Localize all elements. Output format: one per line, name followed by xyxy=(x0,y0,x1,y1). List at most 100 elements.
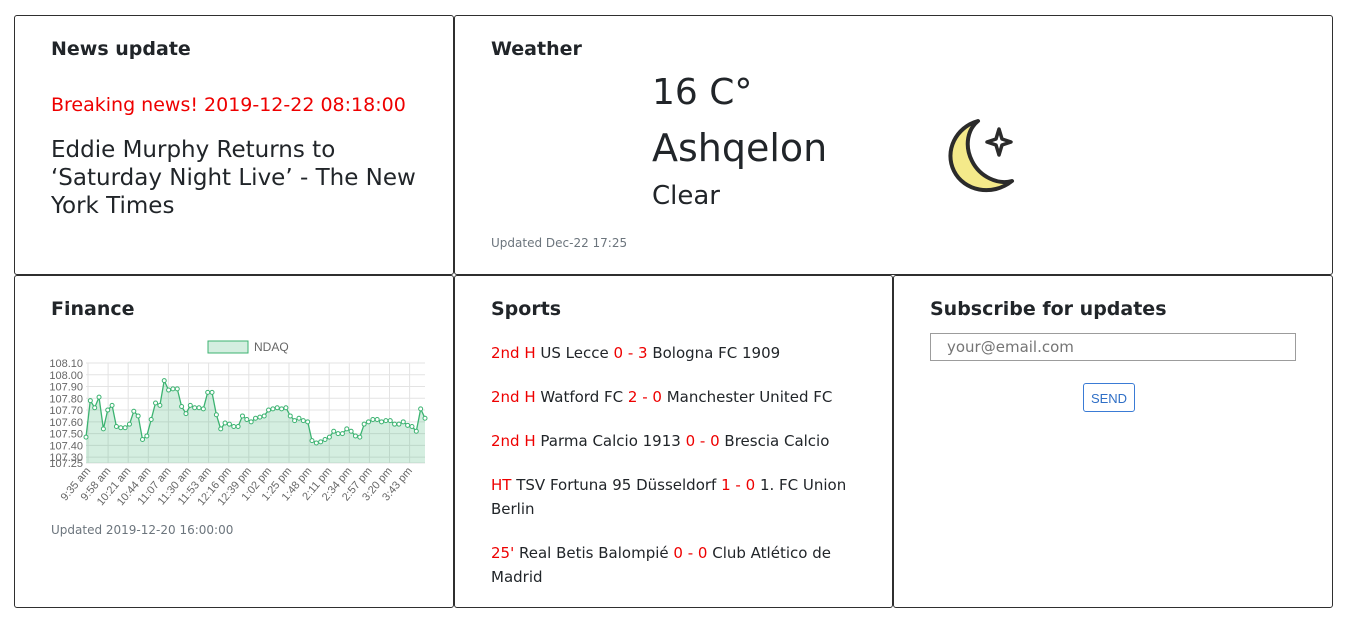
data-point xyxy=(205,389,211,395)
email-input[interactable] xyxy=(930,333,1296,361)
match-home-team: Watford FC xyxy=(540,388,624,406)
weather-card: Weather 16 C° Ashqelon Clear Updated Dec… xyxy=(454,15,1333,275)
data-point xyxy=(226,421,232,427)
data-point xyxy=(318,439,324,445)
data-point xyxy=(96,394,102,400)
data-point xyxy=(348,428,354,434)
y-tick-label: 107.25 xyxy=(50,458,83,470)
send-button[interactable]: SEND xyxy=(1083,383,1135,412)
data-point xyxy=(292,418,298,424)
data-point xyxy=(335,431,341,437)
news-headline[interactable]: Eddie Murphy Returns to ‘Saturday Night … xyxy=(51,136,421,220)
weather-title: Weather xyxy=(491,38,582,60)
data-point xyxy=(166,387,172,393)
data-point xyxy=(361,421,367,427)
data-point xyxy=(144,433,150,439)
data-point xyxy=(239,413,245,419)
y-tick-label: 108.00 xyxy=(50,370,83,382)
match-away-team: Brescia Calcio xyxy=(724,432,830,450)
data-point xyxy=(248,419,254,425)
data-point xyxy=(209,389,215,395)
match-item: 2nd H Parma Calcio 1913 0 - 0 Brescia Ca… xyxy=(491,429,851,453)
match-score: 2 - 0 xyxy=(627,388,662,406)
data-point xyxy=(300,418,306,424)
match-score: 0 - 3 xyxy=(613,344,648,362)
match-home-team: Real Betis Balompié xyxy=(519,544,669,562)
data-point xyxy=(200,406,206,412)
data-point xyxy=(322,436,328,442)
y-tick-label: 107.40 xyxy=(50,440,83,452)
legend-label: NDAQ xyxy=(254,340,289,354)
match-score: 0 - 0 xyxy=(685,432,720,450)
subscribe-title: Subscribe for updates xyxy=(930,298,1167,320)
data-point xyxy=(109,402,115,408)
news-card: News update Breaking news! 2019-12-22 08… xyxy=(14,15,454,275)
data-point xyxy=(352,433,358,439)
data-point xyxy=(235,424,241,430)
subscribe-card: Subscribe for updates SEND xyxy=(893,275,1333,608)
data-point xyxy=(283,405,289,411)
data-point xyxy=(296,415,302,421)
data-point xyxy=(192,405,198,411)
match-status: 2nd H xyxy=(491,388,536,406)
weather-updated: Updated Dec-22 17:25 xyxy=(491,236,628,250)
breaking-news-label: Breaking news! 2019-12-22 08:18:00 xyxy=(51,94,406,116)
y-tick-label: 107.50 xyxy=(50,429,83,441)
match-home-team: TSV Fortuna 95 Düsseldorf xyxy=(516,476,717,494)
moon-stars-icon xyxy=(948,119,1014,192)
data-point xyxy=(418,406,424,412)
finance-title: Finance xyxy=(51,298,135,320)
data-point xyxy=(135,413,141,419)
data-point xyxy=(370,416,376,422)
data-point xyxy=(100,426,106,432)
data-point xyxy=(140,436,145,442)
match-item: HT TSV Fortuna 95 Düsseldorf 1 - 0 1. FC… xyxy=(491,473,851,521)
match-score: 1 - 0 xyxy=(721,476,756,494)
data-point xyxy=(270,406,276,412)
data-point xyxy=(222,420,228,426)
weather-description: Clear xyxy=(652,181,720,211)
series-area xyxy=(86,380,425,463)
y-tick-label: 107.60 xyxy=(50,417,83,429)
match-item: 2nd H Watford FC 2 - 0 Manchester United… xyxy=(491,385,851,409)
match-status: 2nd H xyxy=(491,344,536,362)
data-point xyxy=(92,405,98,411)
data-point xyxy=(413,428,419,434)
data-point xyxy=(409,424,415,430)
data-point xyxy=(183,411,189,417)
data-point xyxy=(179,404,185,410)
data-point xyxy=(405,422,411,428)
data-point xyxy=(387,418,393,424)
data-point xyxy=(392,421,398,427)
data-point xyxy=(196,405,202,411)
data-point xyxy=(174,386,180,392)
data-point xyxy=(253,415,258,421)
y-tick-label: 107.90 xyxy=(50,382,83,394)
y-tick-label: 107.80 xyxy=(50,393,83,405)
data-point xyxy=(213,412,219,418)
data-point xyxy=(231,424,237,430)
data-point xyxy=(131,408,137,414)
match-status: HT xyxy=(491,476,512,494)
data-point xyxy=(87,398,93,404)
data-point xyxy=(148,416,154,422)
data-point xyxy=(313,440,319,446)
data-point xyxy=(331,428,337,434)
data-point xyxy=(422,415,428,421)
y-tick-label: 107.70 xyxy=(50,405,83,417)
match-home-team: Parma Calcio 1913 xyxy=(540,432,681,450)
data-point xyxy=(326,434,332,440)
data-point xyxy=(396,421,402,427)
sports-card: Sports 2nd H US Lecce 0 - 3 Bologna FC 1… xyxy=(454,275,893,608)
data-point xyxy=(83,434,89,440)
match-away-team: Bologna FC 1909 xyxy=(652,344,781,362)
data-point xyxy=(218,426,224,432)
data-point xyxy=(113,424,119,430)
weather-city: Ashqelon xyxy=(652,126,828,170)
data-point xyxy=(170,386,176,392)
data-point xyxy=(118,425,124,431)
match-away-team: Manchester United FC xyxy=(666,388,833,406)
data-point xyxy=(161,378,167,384)
data-point xyxy=(366,419,371,425)
sports-title: Sports xyxy=(491,298,562,320)
